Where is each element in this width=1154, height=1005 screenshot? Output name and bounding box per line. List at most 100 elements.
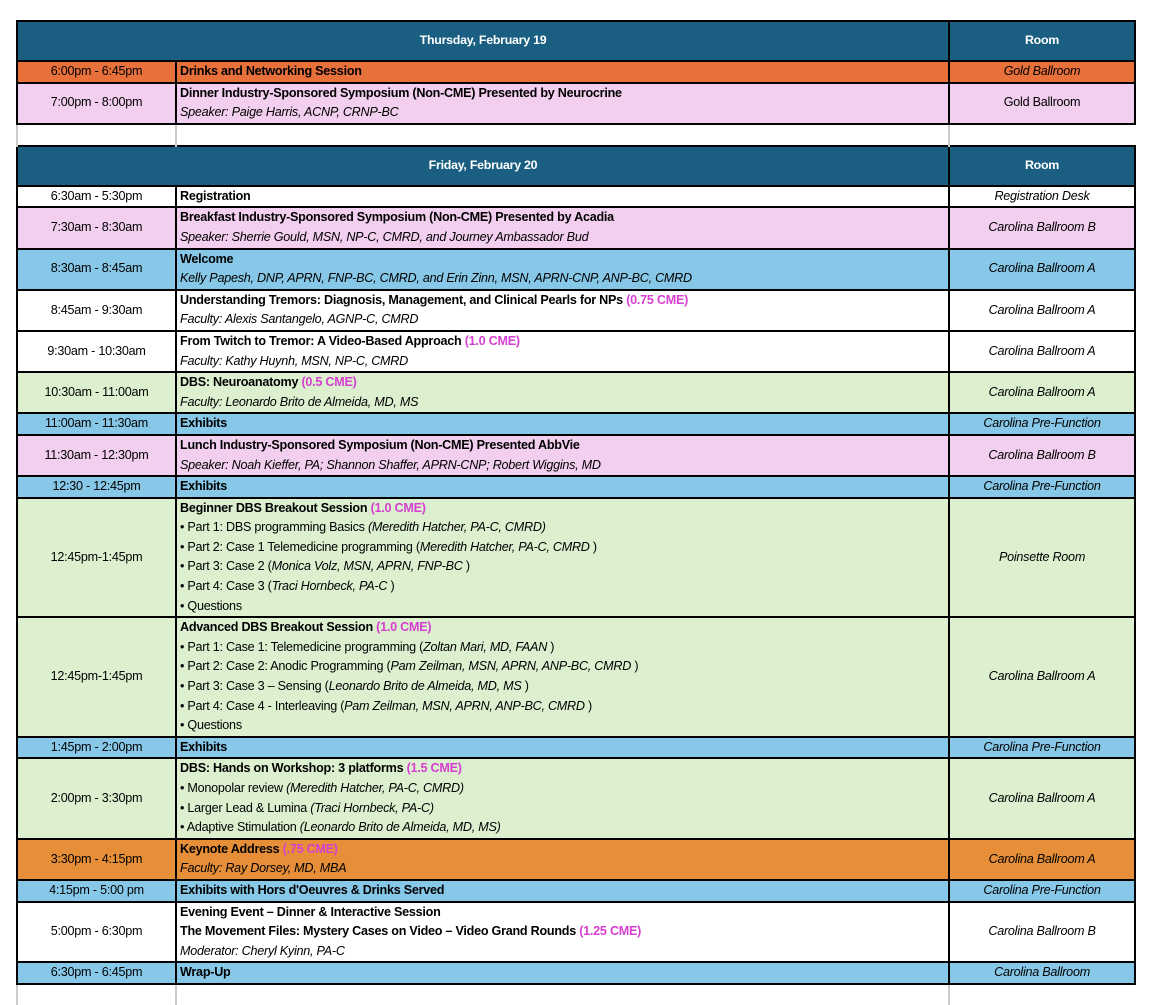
session-line: • Part 3: Case 3 – Sensing (Leonardo Bri… — [180, 677, 945, 697]
session-line: Faculty: Ray Dorsey, MD, MBA — [180, 859, 945, 879]
session-title: Advanced DBS Breakout Session — [180, 620, 377, 635]
session-row: 11:30am - 12:30pm Lunch Industry-Sponsore… — [16, 433, 1137, 478]
session-time: 3:30pm - 4:15pm — [16, 837, 177, 881]
speaker-text: (Leonardo Brito de Almeida, MD, MS) — [299, 820, 501, 835]
speaker-text: (Meredith Hatcher, PA-C, CMRD) — [286, 781, 464, 795]
session-details: Beginner DBS Breakout Session (1.0 CME) •… — [174, 496, 951, 619]
session-time: 5:00pm - 6:30pm — [16, 900, 177, 964]
session-room: Carolina Ballroom A — [948, 371, 1137, 415]
session-room: Carolina Pre-Function — [948, 412, 1137, 436]
session-line: Faculty: Leonardo Brito de Almeida, MD, … — [180, 393, 945, 413]
session-line: The Movement Files: Mystery Cases on Vid… — [180, 922, 945, 942]
session-time: 10:30am - 11:00am — [16, 371, 177, 415]
session-line: Exhibits — [180, 414, 945, 434]
bullet-text: ) — [521, 679, 529, 694]
session-title: Dinner Industry-Sponsored Symposium (Non… — [180, 85, 622, 100]
bullet-text: ) — [387, 579, 395, 594]
session-title: Exhibits — [180, 479, 227, 494]
session-time: 11:00am - 11:30am — [16, 412, 177, 436]
session-line: Welcome — [180, 250, 945, 270]
session-line: Beginner DBS Breakout Session (1.0 CME) — [180, 499, 945, 519]
session-title: From Twitch to Tremor: A Video-Based App… — [180, 333, 465, 348]
session-line: Keynote Address (.75 CME) — [180, 840, 945, 860]
bullet-text: • Monopolar review — [180, 781, 287, 795]
session-line: Understanding Tremors: Diagnosis, Manage… — [180, 291, 945, 311]
bullet-text: ) — [631, 659, 639, 674]
speaker-text: Zoltan Mari, MD, FAAN — [423, 639, 548, 654]
session-line: DBS: Hands on Workshop: 3 platforms (1.5… — [180, 759, 945, 779]
session-line: • Part 4: Case 4 - Interleaving (Pam Zei… — [180, 697, 945, 717]
speaker-text: Leonardo Brito de Almeida, MD, MS — [328, 679, 522, 694]
cme-credit: (1.5 CME) — [406, 761, 462, 776]
session-line: Exhibits with Hors d'Oeuvres & Drinks Se… — [180, 881, 945, 901]
session-title: DBS: Neuroanatomy — [180, 375, 302, 390]
agenda-table: Thursday, February 19 Room 6:00pm - 6:45pm… — [15, 20, 1137, 1005]
room-header: Room — [948, 144, 1137, 187]
bullet-text: • Part 2: Case 2: Anodic Programming ( — [180, 659, 391, 674]
session-title: Welcome — [180, 251, 234, 266]
cme-credit: (1.25 CME) — [579, 924, 642, 939]
session-room: Carolina Ballroom A — [948, 247, 1137, 291]
session-details: Keynote Address (.75 CME) Faculty: Ray Do… — [174, 837, 951, 881]
session-line: Kelly Papesh, DNP, APRN, FNP-BC, CMRD, a… — [180, 269, 945, 289]
session-title: Exhibits — [180, 739, 227, 754]
session-title: Beginner DBS Breakout Session — [180, 500, 371, 515]
session-time: 7:30am - 8:30am — [16, 206, 177, 250]
session-row: 4:15pm - 5:00 pm Exhibits with Hors d'Oeu… — [16, 878, 1137, 903]
session-title: Wrap-Up — [180, 965, 231, 980]
session-details: Exhibits — [174, 735, 951, 760]
session-line: Wrap-Up — [180, 963, 945, 983]
session-time: 12:30 - 12:45pm — [16, 475, 177, 499]
cme-credit: (1.0 CME) — [464, 333, 520, 348]
session-title: DBS: Hands on Workshop: 3 platforms — [180, 761, 407, 776]
bullet-text: • Part 1: Case 1: Telemedicine programmi… — [180, 639, 424, 654]
session-line: • Part 3: Case 2 (Monica Volz, MSN, APRN… — [180, 557, 945, 577]
bullet-text: • Questions — [180, 718, 242, 733]
speaker-text: Speaker: Sherrie Gould, MSN, NP-C, CMRD,… — [180, 229, 589, 244]
session-title: Exhibits — [180, 416, 227, 431]
speaker-text: Traci Hornbeck, PA-C — [271, 579, 388, 594]
session-line: • Part 1: DBS programming Basics (Meredi… — [180, 518, 945, 538]
session-line: Evening Event – Dinner & Interactive Ses… — [180, 903, 945, 923]
bullet-text: • Part 4: Case 3 ( — [180, 579, 272, 594]
speaker-text: (Traci Hornbeck, PA-C) — [310, 800, 434, 815]
speaker-text: Faculty: Kathy Huynh, MSN, NP-C, CMRD — [180, 353, 408, 368]
session-line: • Questions — [180, 716, 945, 736]
session-time: 12:45pm-1:45pm — [16, 496, 177, 619]
session-title: Understanding Tremors: Diagnosis, Manage… — [180, 292, 627, 307]
day-header: Friday, February 20 Room — [15, 144, 1137, 187]
session-line: Speaker: Sherrie Gould, MSN, NP-C, CMRD,… — [180, 228, 945, 248]
room-header: Room — [948, 20, 1137, 62]
cme-credit: (1.0 CME) — [370, 500, 426, 515]
bullet-text: • Part 3: Case 3 – Sensing ( — [180, 679, 329, 694]
bullet-text: • Questions — [180, 598, 242, 613]
session-line: Advanced DBS Breakout Session (1.0 CME) — [180, 618, 945, 638]
session-room: Carolina Pre-Function — [948, 878, 1137, 903]
session-room: Carolina Ballroom A — [948, 288, 1137, 332]
speaker-text: Kelly Papesh, DNP, APRN, FNP-BC, CMRD, a… — [180, 271, 692, 286]
session-time: 6:00pm - 6:45pm — [16, 60, 177, 84]
session-title: Exhibits with Hors d'Oeuvres & Drinks Se… — [180, 882, 445, 897]
session-time: 12:45pm-1:45pm — [16, 616, 177, 738]
session-row: 7:00pm - 8:00pm Dinner Industry-Sponsored… — [16, 81, 1137, 125]
session-details: Dinner Industry-Sponsored Symposium (Non… — [174, 81, 951, 125]
speaker-text: Meredith Hatcher, PA-C, CMRD — [419, 539, 590, 554]
session-line: • Larger Lead & Lumina (Traci Hornbeck, … — [180, 799, 945, 819]
speaker-text: Faculty: Ray Dorsey, MD, MBA — [180, 861, 347, 876]
session-room: Registration Desk — [948, 184, 1137, 209]
cme-credit: (1.0 CME) — [376, 620, 432, 635]
session-details: DBS: Hands on Workshop: 3 platforms (1.5… — [174, 757, 951, 840]
session-title: Lunch Industry-Sponsored Symposium (Non-… — [180, 437, 580, 452]
session-line: • Questions — [180, 597, 945, 617]
session-line: Speaker: Paige Harris, ACNP, CRNP-BC — [180, 103, 945, 123]
session-line: Exhibits — [180, 477, 945, 497]
session-row: 10:30am - 11:00am DBS: Neuroanatomy (0.5 … — [16, 371, 1137, 415]
session-room: Gold Ballroom — [948, 81, 1137, 125]
cme-credit: (0.75 CME) — [626, 292, 689, 307]
bullet-text: ) — [547, 639, 555, 654]
session-room: Gold Ballroom — [948, 60, 1137, 84]
session-title: Breakfast Industry-Sponsored Symposium (… — [180, 210, 614, 225]
day-title: Friday, February 20 — [15, 144, 951, 187]
bullet-text: • Part 4: Case 4 - Interleaving ( — [180, 698, 345, 713]
session-details: From Twitch to Tremor: A Video-Based App… — [174, 329, 951, 374]
